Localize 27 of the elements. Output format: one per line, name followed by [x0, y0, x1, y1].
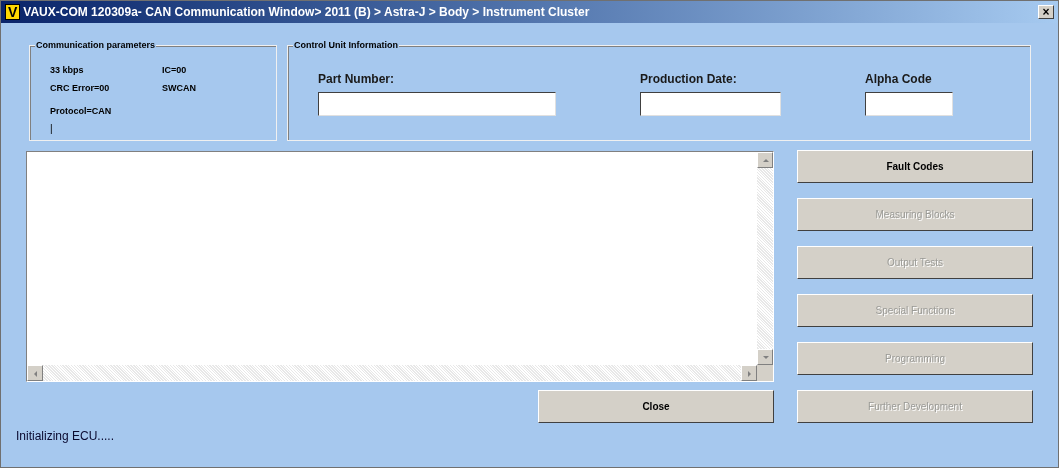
input-field[interactable]	[640, 92, 781, 116]
field-label: Alpha Code	[865, 71, 933, 88]
status-text: Initializing ECU.....	[16, 428, 116, 445]
input-field[interactable]	[318, 92, 556, 116]
parameter-text: IC=00	[162, 64, 188, 77]
scroll-arrow-button[interactable]	[757, 152, 773, 168]
function-button[interactable]: Fault Codes	[797, 150, 1033, 183]
scroll-arrow-button[interactable]	[757, 349, 773, 365]
parameter-text: Protocol=CAN	[50, 105, 113, 118]
text-cursor: |	[50, 121, 54, 136]
window-title: VAUX-COM 120309a- CAN Communication Window> 2011 (B) > Astra-J > Body > Instrument Cluster	[23, 4, 590, 21]
horizontal-scrollbar[interactable]	[27, 365, 757, 381]
group-title: Control Unit Information	[293, 39, 399, 51]
group-title: Communication parameters	[35, 39, 157, 51]
scrollbar-corner	[757, 365, 773, 381]
app-logo: V	[5, 4, 21, 20]
function-button[interactable]: Close	[538, 390, 774, 423]
field-label: Production Date:	[640, 71, 738, 88]
parameter-text: SWCAN	[162, 81, 197, 95]
scroll-arrow-button[interactable]	[27, 365, 43, 381]
input-field[interactable]	[865, 92, 953, 116]
close-button[interactable]: ×	[1038, 5, 1054, 19]
parameter-text: 33 kbps	[50, 64, 85, 77]
field-label: Part Number:	[318, 71, 395, 88]
scroll-arrow-button[interactable]	[741, 365, 757, 381]
parameter-text: CRC Error=00	[50, 81, 111, 95]
vertical-scrollbar[interactable]	[757, 152, 773, 365]
